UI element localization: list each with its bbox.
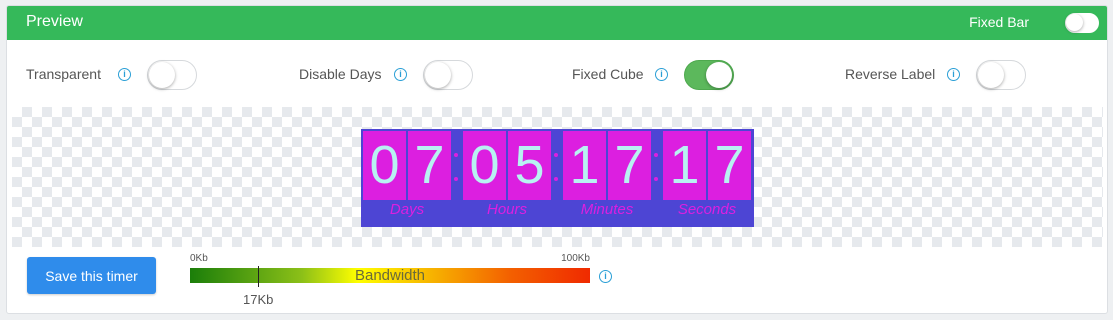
toggle-knob — [1066, 14, 1083, 31]
transparent-label: Transparent — [26, 66, 101, 82]
disable-days-toggle[interactable] — [423, 60, 473, 90]
minutes-digit-1: 1 — [563, 131, 606, 200]
preview-title: Preview — [26, 13, 83, 30]
reverse-label-toggle[interactable] — [976, 60, 1026, 90]
fixed-bar-toggle[interactable] — [1065, 13, 1099, 33]
bandwidth-meter: 0Kb 100Kb Bandwidth 17Kb — [190, 250, 590, 310]
fixed-cube-toggle[interactable] — [684, 60, 734, 90]
transparent-toggle[interactable] — [147, 60, 197, 90]
info-icon[interactable]: i — [394, 68, 407, 81]
bandwidth-bar: Bandwidth — [190, 268, 590, 283]
toggle-knob — [425, 62, 451, 88]
hours-digit-1: 0 — [463, 131, 506, 200]
toggle-knob — [706, 62, 732, 88]
minutes-label: Minutes — [580, 201, 634, 218]
fixed-bar-label: Fixed Bar — [969, 14, 1029, 30]
seconds-digit-1: 1 — [663, 131, 706, 200]
info-icon[interactable]: i — [655, 68, 668, 81]
days-digit-1: 0 — [363, 131, 406, 200]
toggle-knob — [149, 62, 175, 88]
hours-digit-2: 5 — [508, 131, 551, 200]
bandwidth-current-label: 17Kb — [243, 292, 274, 307]
separator — [454, 153, 458, 183]
reverse-label-label: Reverse Label — [845, 66, 936, 82]
info-icon[interactable]: i — [947, 68, 960, 81]
days-digit-2: 7 — [408, 131, 451, 200]
separator — [554, 153, 558, 183]
separator — [654, 153, 658, 183]
timer-preview-card: Preview Fixed Bar Transparent i Disable … — [6, 5, 1108, 314]
minutes-digit-2: 7 — [608, 131, 651, 200]
seconds-digit-2: 7 — [708, 131, 751, 200]
bandwidth-title: Bandwidth — [354, 267, 426, 284]
info-icon[interactable]: i — [118, 68, 131, 81]
countdown-timer: 0 7 0 5 1 7 1 7 Days Hours Minutes Secon… — [361, 129, 754, 227]
disable-days-label: Disable Days — [299, 66, 382, 82]
days-label: Days — [389, 201, 425, 218]
bandwidth-max-label: 100Kb — [561, 253, 590, 264]
bandwidth-marker — [258, 266, 259, 287]
fixed-cube-label: Fixed Cube — [572, 66, 644, 82]
toggle-knob — [978, 62, 1004, 88]
bandwidth-min-label: 0Kb — [190, 253, 208, 264]
save-timer-button[interactable]: Save this timer — [27, 257, 156, 294]
info-icon[interactable]: i — [599, 270, 612, 283]
hours-label: Hours — [486, 201, 527, 218]
preview-canvas: 0 7 0 5 1 7 1 7 Days Hours Minutes Secon… — [12, 107, 1103, 247]
seconds-label: Seconds — [677, 201, 737, 218]
preview-header: Preview Fixed Bar — [7, 6, 1107, 40]
